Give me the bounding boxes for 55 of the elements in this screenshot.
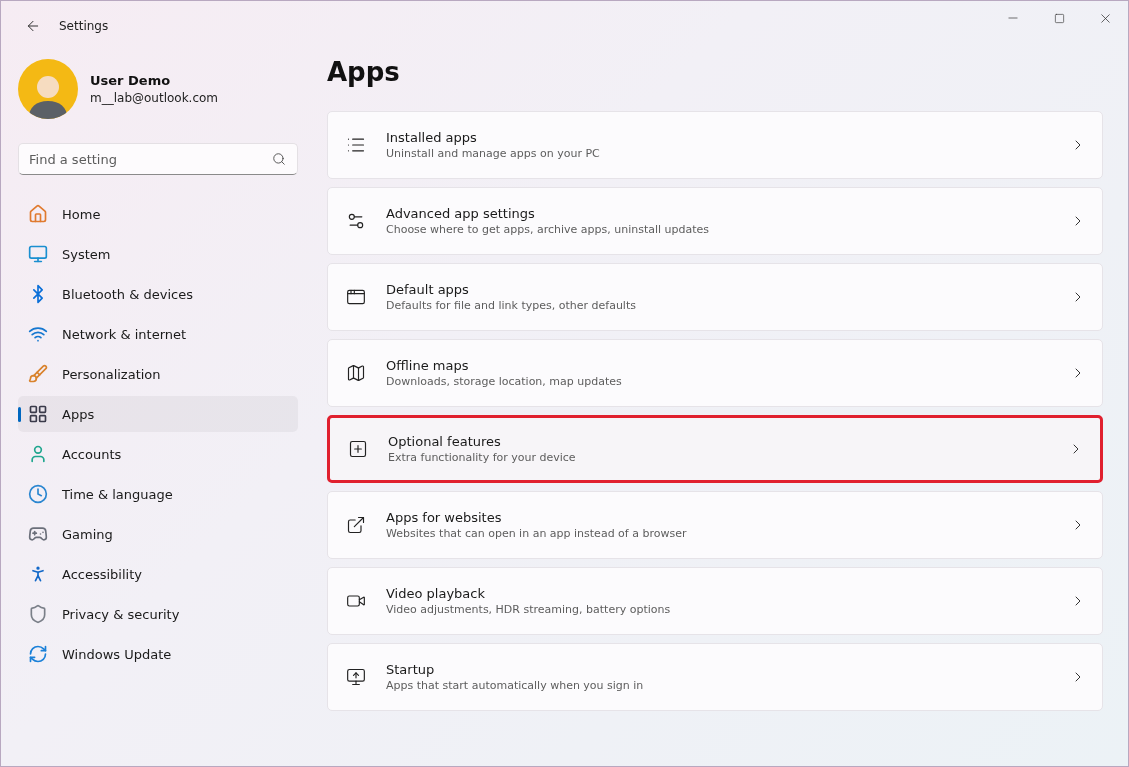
nav-item[interactable]: Home — [18, 196, 298, 232]
card-subtitle: Apps that start automatically when you sign in — [386, 679, 645, 692]
settings-card[interactable]: Optional features Extra functionality for your device — [327, 415, 1103, 483]
brush-icon — [28, 364, 48, 384]
card-subtitle: Downloads, storage location, map updates — [386, 375, 623, 388]
user-email: m__lab@outlook.com — [90, 91, 219, 105]
house-icon — [28, 204, 48, 224]
search-field[interactable]: Find a setting — [18, 143, 298, 175]
card-title: Apps for websites — [386, 510, 503, 525]
update-icon — [28, 644, 48, 664]
nav-item[interactable]: Accessibility — [18, 556, 298, 592]
card-title: Startup — [386, 662, 436, 677]
settings-card[interactable]: Video playback Video adjustments, HDR streaming, battery options — [327, 567, 1103, 635]
map-icon — [346, 363, 366, 383]
settings-card[interactable]: Advanced app settings Choose where to get apps, archive apps, uninstall updates — [327, 187, 1103, 255]
nav-item[interactable]: Privacy & security — [18, 596, 298, 632]
apps-grid-icon — [28, 404, 48, 424]
settings-card[interactable]: Startup Apps that start automatically when you sign in — [327, 643, 1103, 711]
settings-card[interactable]: Installed apps Uninstall and manage apps on your PC — [327, 111, 1103, 179]
maximize-icon — [1053, 12, 1065, 24]
nav-item[interactable]: System — [18, 236, 298, 272]
shield-icon — [28, 604, 48, 624]
user-name: User Demo — [90, 73, 172, 88]
nav-item[interactable]: Bluetooth & devices — [18, 276, 298, 312]
wifi-icon — [28, 324, 48, 344]
person-icon — [28, 444, 48, 464]
card-title: Video playback — [386, 586, 486, 601]
nav-item[interactable]: Apps — [18, 396, 298, 432]
nav-item[interactable]: Personalization — [18, 356, 298, 392]
avatar-silhouette — [18, 59, 78, 119]
card-subtitle: Defaults for file and link types, other defaults — [386, 299, 637, 312]
card-title: Advanced app settings — [386, 206, 536, 221]
nav-item[interactable]: Gaming — [18, 516, 298, 552]
card-subtitle: Choose where to get apps, archive apps, uninstall updates — [386, 223, 711, 236]
monitor-icon — [28, 244, 48, 264]
gamepad-icon — [28, 524, 48, 544]
nav-item[interactable]: Network & internet — [18, 316, 298, 352]
search-icon — [272, 152, 286, 166]
settings-card[interactable]: Apps for websites Websites that can open in an app instead of a browser — [327, 491, 1103, 559]
window-title: Settings — [59, 19, 109, 33]
page-title: Apps — [327, 57, 401, 87]
settings-card[interactable]: Default apps Defaults for file and link types, other defaults — [327, 263, 1103, 331]
card-title: Default apps — [386, 282, 470, 297]
nav-item[interactable]: Time & language — [18, 476, 298, 512]
card-subtitle: Video adjustments, HDR streaming, battery options — [386, 603, 672, 616]
card-title: Offline maps — [386, 358, 470, 373]
nav-item[interactable]: Windows Update — [18, 636, 298, 672]
card-subtitle: Websites that can open in an app instead of a browser — [386, 527, 688, 540]
card-title: Installed apps — [386, 130, 478, 145]
card-title: Optional features — [388, 434, 502, 449]
card-subtitle: Extra functionality for your device — [388, 451, 577, 464]
grid-plus-icon — [348, 439, 368, 459]
settings-card[interactable]: Offline maps Downloads, storage location, map updates — [327, 339, 1103, 407]
card-subtitle: Uninstall and manage apps on your PC — [386, 147, 601, 160]
nav-item[interactable]: Accounts — [18, 436, 298, 472]
